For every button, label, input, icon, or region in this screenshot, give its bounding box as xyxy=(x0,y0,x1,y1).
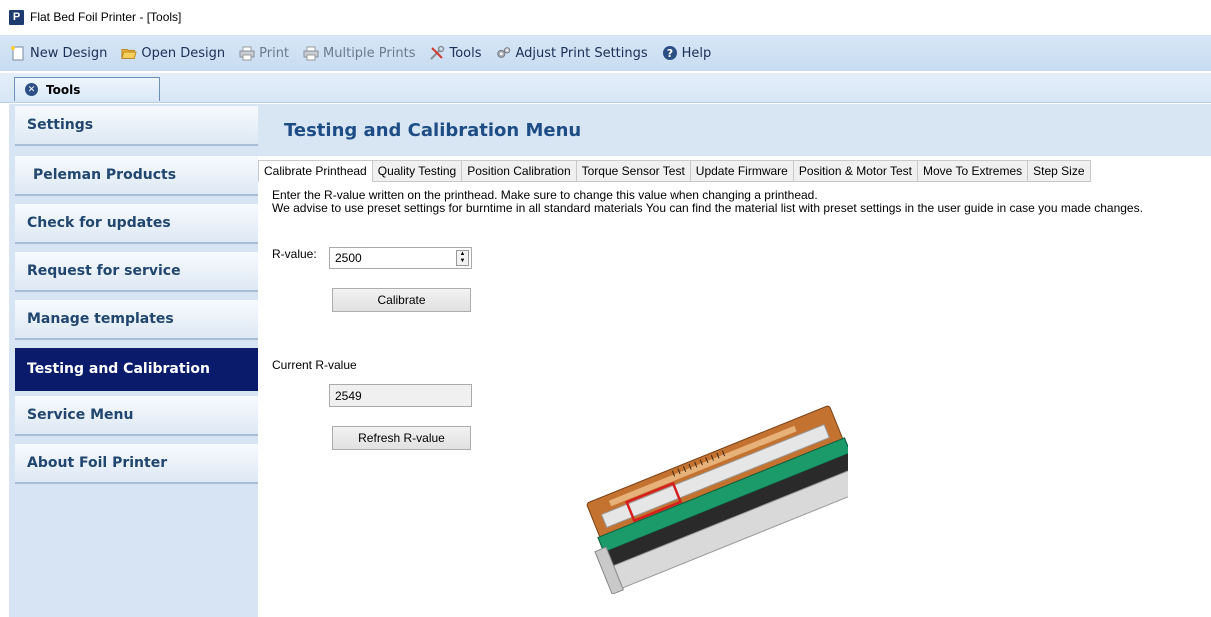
tools-label: Tools xyxy=(449,45,482,61)
current-rvalue-field: 2549 xyxy=(329,384,472,407)
sidebar-item-request-for-service[interactable]: Request for service xyxy=(15,252,258,292)
rvalue-input-value[interactable]: 2500 xyxy=(335,251,362,265)
multiple-prints-label: Multiple Prints xyxy=(323,45,416,61)
current-rvalue-value: 2549 xyxy=(335,388,362,403)
sidebar-item-label: Check for updates xyxy=(27,215,171,231)
sidebar-item-check-for-updates[interactable]: Check for updates xyxy=(15,204,258,244)
sidebar-item-settings[interactable]: Settings xyxy=(15,106,258,146)
open-design-button[interactable]: Open Design xyxy=(121,45,225,61)
main-header: Testing and Calibration Menu xyxy=(258,104,1211,156)
help-icon: ? xyxy=(662,45,678,61)
printhead-image xyxy=(586,405,848,594)
sidebar-item-label: Service Menu xyxy=(27,407,134,423)
current-rvalue-label: Current R-value xyxy=(272,358,357,372)
tab-position-motor-test[interactable]: Position & Motor Test xyxy=(792,160,918,182)
sidebar-item-label: Testing and Calibration xyxy=(27,360,210,377)
sidebar-item-label: Request for service xyxy=(27,263,181,279)
multiple-prints-button[interactable]: Multiple Prints xyxy=(303,45,415,61)
tab-quality-testing[interactable]: Quality Testing xyxy=(371,160,463,182)
document-tab-tools[interactable]: ✕ Tools xyxy=(14,77,160,101)
new-design-button[interactable]: New Design xyxy=(10,45,107,61)
main-toolbar: New Design Open Design Print Multiple Pr… xyxy=(0,35,1211,71)
settings-gears-icon xyxy=(496,45,512,61)
window-title: Flat Bed Foil Printer - [Tools] xyxy=(30,10,182,24)
tab-torque-sensor-test[interactable]: Torque Sensor Test xyxy=(575,160,691,182)
multiple-printer-icon xyxy=(303,45,319,61)
tab-step-size[interactable]: Step Size xyxy=(1027,160,1091,182)
svg-text:?: ? xyxy=(666,47,672,60)
document-tab-label: Tools xyxy=(46,82,81,97)
instruction-line-2: We advise to use preset settings for bur… xyxy=(272,201,1143,215)
print-label: Print xyxy=(259,45,290,61)
adjust-print-settings-label: Adjust Print Settings xyxy=(515,45,648,61)
sidebar-item-about-foil-printer[interactable]: About Foil Printer xyxy=(15,444,258,484)
spin-down-icon[interactable]: ▼ xyxy=(460,258,466,265)
open-folder-icon xyxy=(121,45,138,61)
close-icon[interactable]: ✕ xyxy=(25,83,38,96)
sidebar-item-label: Settings xyxy=(27,117,94,133)
refresh-rvalue-button[interactable]: Refresh R-value xyxy=(332,426,471,450)
open-design-label: Open Design xyxy=(141,45,226,61)
document-tab-strip: ✕ Tools xyxy=(0,73,1211,103)
printer-icon xyxy=(239,45,255,61)
main-panel: Testing and Calibration Menu Calibrate P… xyxy=(258,104,1211,617)
tab-move-to-extremes[interactable]: Move To Extremes xyxy=(917,160,1029,182)
calibration-tabs: Calibrate Printhead Quality Testing Posi… xyxy=(258,160,1091,182)
spinner-arrows[interactable]: ▲ ▼ xyxy=(456,250,469,266)
sidebar-item-manage-templates[interactable]: Manage templates xyxy=(15,300,258,340)
new-design-label: New Design xyxy=(30,45,108,61)
page-title: Testing and Calibration Menu xyxy=(284,120,582,141)
calibrate-button[interactable]: Calibrate xyxy=(332,288,471,312)
sidebar: Settings Peleman Products Check for upda… xyxy=(9,104,258,617)
new-design-icon xyxy=(10,45,26,61)
instructions: Enter the R-value written on the printhe… xyxy=(272,189,1143,215)
title-bar: P Flat Bed Foil Printer - [Tools] xyxy=(0,0,1211,34)
spin-up-icon[interactable]: ▲ xyxy=(460,251,466,258)
tab-calibrate-printhead[interactable]: Calibrate Printhead xyxy=(258,160,373,182)
help-label: Help xyxy=(681,45,712,61)
tools-icon xyxy=(429,45,445,61)
help-button[interactable]: ? Help xyxy=(662,45,712,61)
print-button[interactable]: Print xyxy=(239,45,289,61)
tab-position-calibration[interactable]: Position Calibration xyxy=(461,160,577,182)
sidebar-item-service-menu[interactable]: Service Menu xyxy=(15,396,258,436)
adjust-print-settings-button[interactable]: Adjust Print Settings xyxy=(496,45,648,61)
sidebar-item-label: Peleman Products xyxy=(33,167,177,183)
rvalue-stepper[interactable]: 2500 ▲ ▼ xyxy=(329,247,472,269)
sidebar-item-label: About Foil Printer xyxy=(27,455,168,471)
tools-button[interactable]: Tools xyxy=(429,45,482,61)
rvalue-label: R-value: xyxy=(272,247,317,261)
sidebar-item-label: Manage templates xyxy=(27,311,174,327)
sidebar-item-testing-and-calibration[interactable]: Testing and Calibration xyxy=(15,348,258,391)
tab-update-firmware[interactable]: Update Firmware xyxy=(689,160,794,182)
sidebar-item-peleman-products[interactable]: Peleman Products xyxy=(15,156,258,196)
app-icon: P xyxy=(9,9,24,25)
